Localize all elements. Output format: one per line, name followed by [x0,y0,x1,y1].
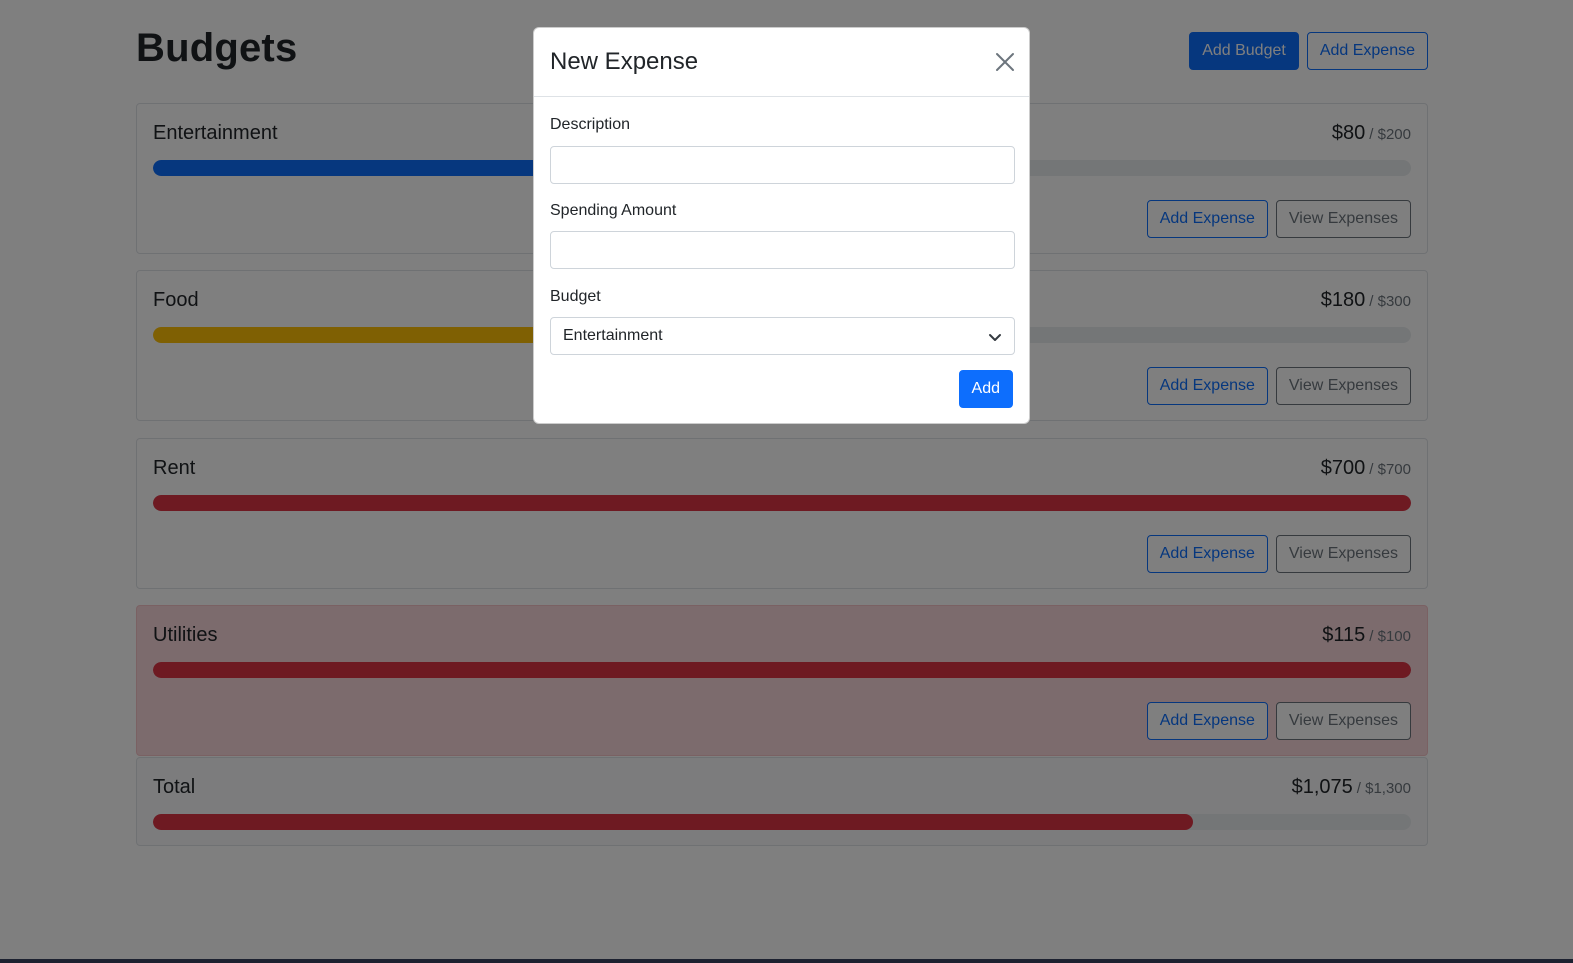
add-submit-button[interactable]: Add [958,370,1013,408]
budget-app: Budgets Add Budget Add Expense Entertain… [0,0,1573,963]
description-label: Description [550,116,631,133]
spending-amount-label: Spending Amount [550,202,677,219]
modal-title: New Expense [550,48,699,75]
budget-select-value: Entertainment [563,327,663,344]
spending-amount-input[interactable] [550,231,1015,269]
bottom-strip [0,959,1573,963]
close-icon[interactable] [993,50,1017,74]
description-input[interactable] [550,146,1015,184]
chevron-down-icon [988,330,1002,344]
budget-select[interactable]: Entertainment [550,317,1015,355]
budget-label: Budget [550,288,601,305]
new-expense-modal: New Expense Description Spending Amount … [533,27,1030,424]
modal-header: New Expense [534,28,1029,97]
